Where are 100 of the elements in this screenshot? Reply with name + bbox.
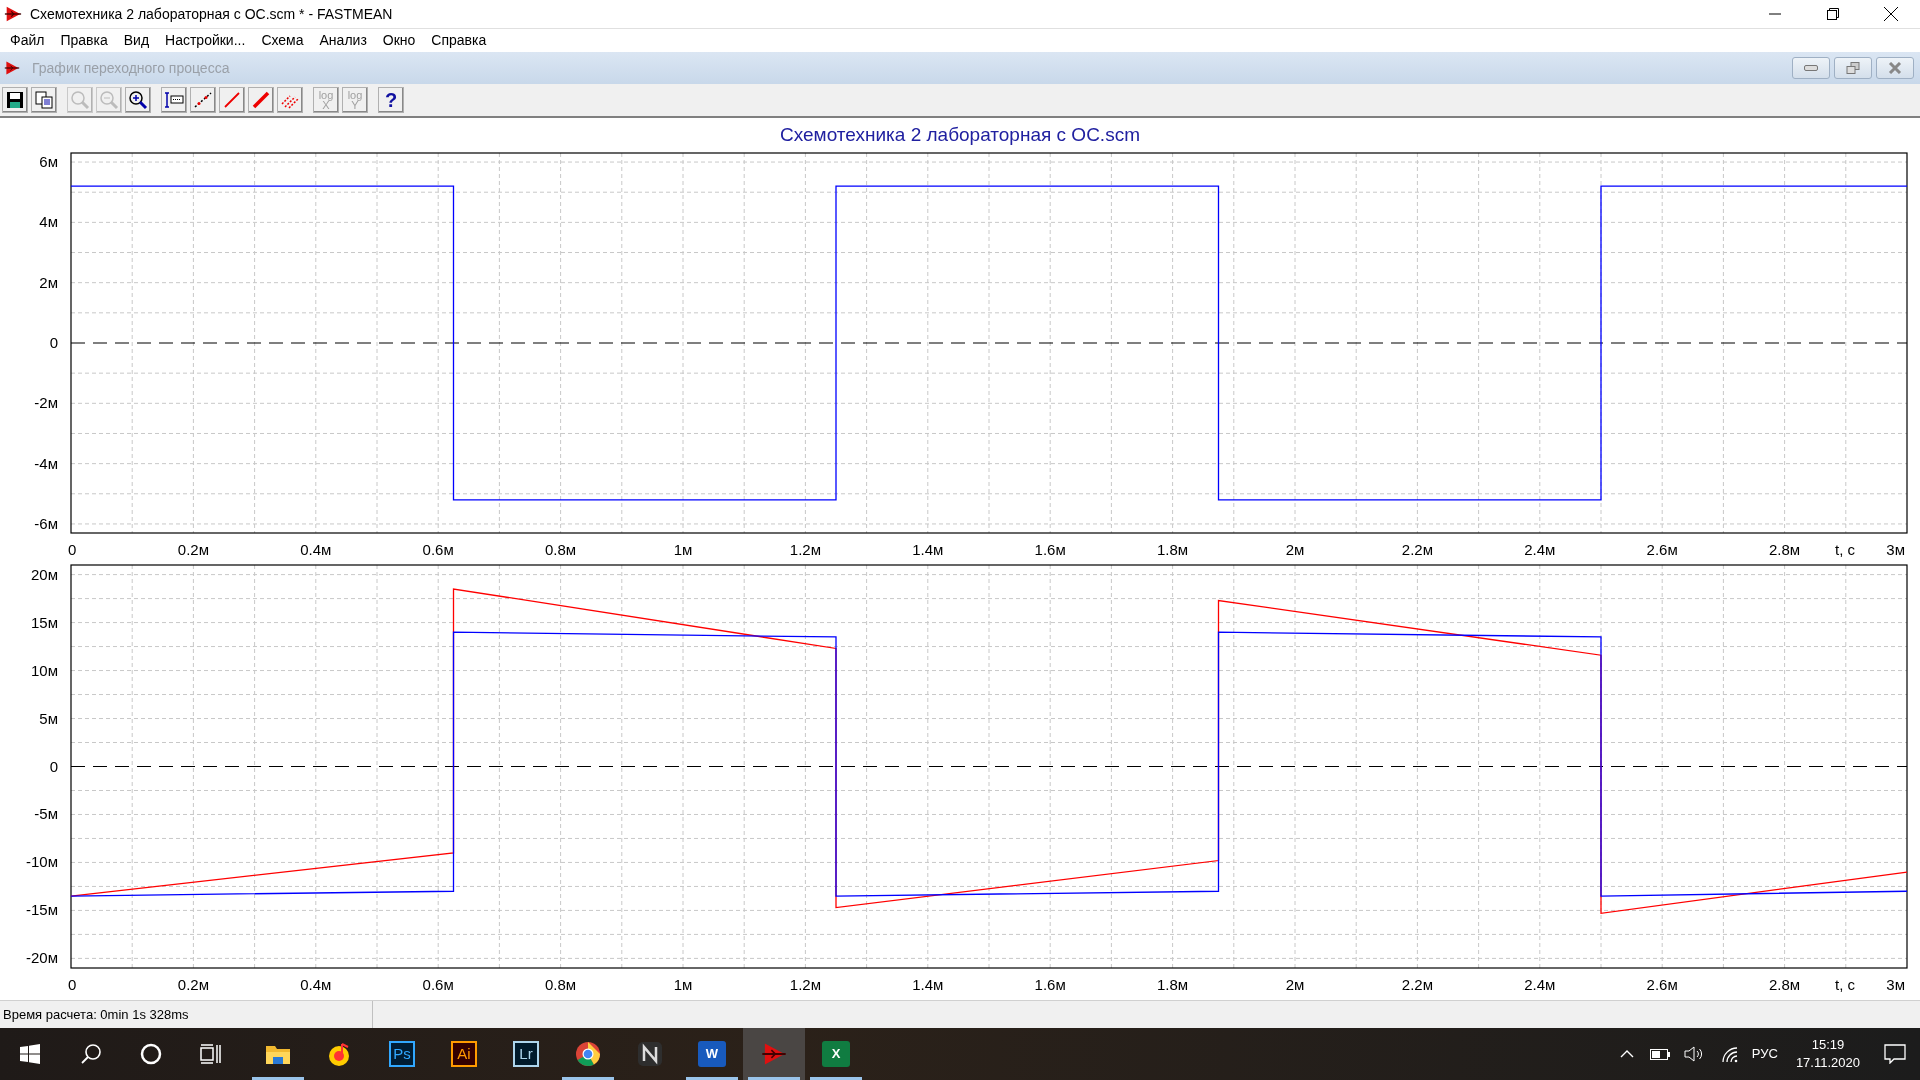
taskbar-app-button[interactable]: Lr <box>495 1028 557 1080</box>
axis-tick-label: 1.6м <box>1034 541 1066 558</box>
axis-tick-label: 2.2м <box>1401 541 1433 558</box>
axis-tick-label: 2м <box>1285 976 1305 993</box>
axis-tick-label: 3м <box>1886 541 1905 558</box>
cursor-button[interactable] <box>161 87 187 113</box>
thick-line-icon <box>251 90 271 110</box>
app-logo-icon <box>761 1041 787 1067</box>
save-icon <box>5 90 25 110</box>
minimize-icon <box>1804 65 1818 71</box>
restore-icon <box>1827 8 1839 20</box>
windows-logo-icon[interactable] <box>20 1044 40 1064</box>
cursor-label-icon <box>164 90 184 110</box>
axis-tick-label: 1.8м <box>1157 541 1189 558</box>
menu-item[interactable]: Вид <box>115 30 158 51</box>
axis-tick-label: 5м <box>39 709 58 727</box>
thick-line-button[interactable] <box>248 87 274 113</box>
close-icon <box>1888 62 1902 74</box>
close-button[interactable] <box>1876 57 1914 79</box>
taskbar-app-button[interactable]: Ai <box>433 1028 495 1080</box>
taskbar-app-button[interactable]: W <box>681 1028 743 1080</box>
axis-tick-label: 3м <box>1886 976 1905 993</box>
dotted-line-icon <box>193 90 213 110</box>
axis-title: t, c <box>1835 541 1855 558</box>
language-indicator[interactable]: РУС <box>1751 1044 1778 1064</box>
menu-item[interactable]: Анализ <box>311 30 375 51</box>
axis-tick-label: -5м <box>34 805 58 823</box>
axis-tick-label: 0.4м <box>300 976 332 993</box>
axis-tick-label: 1.6м <box>1034 976 1066 993</box>
axis-tick-label: 10м <box>31 661 58 679</box>
axis-tick-label: 1м <box>673 541 693 558</box>
axis-tick-label: 0 <box>49 757 58 775</box>
axis-tick-label: -10м <box>26 853 58 871</box>
axis-tick-label: 0 <box>68 541 77 558</box>
axis-tick-label: 2.8м <box>1769 976 1801 993</box>
axis-tick-label: 2.2м <box>1401 976 1433 993</box>
axis-tick-label: -15м <box>26 901 58 919</box>
app-tile-icon: Ps <box>389 1041 415 1067</box>
notification-icon[interactable] <box>1884 1044 1906 1064</box>
taskbar-app-button[interactable]: Ps <box>371 1028 433 1080</box>
axis-tick-label: 0.8м <box>545 541 577 558</box>
app-logo-icon <box>4 5 22 23</box>
app-tile-icon: Ai <box>451 1041 477 1067</box>
axis-tick-label: 0.6м <box>422 976 454 993</box>
axis-tick-label: 1.4м <box>912 541 944 558</box>
child-window-title: График переходного процесса <box>32 58 230 78</box>
axis-tick-label: 2м <box>39 273 58 291</box>
minimize-button[interactable] <box>1792 57 1830 79</box>
chevron-up-icon[interactable] <box>1619 1050 1634 1058</box>
wifi-icon[interactable] <box>1719 1045 1738 1063</box>
copy-button[interactable] <box>31 87 57 113</box>
zoom-icon <box>128 90 148 110</box>
clock[interactable]: 15:19 17.11.2020 <box>1795 1036 1860 1072</box>
menu-item[interactable]: Справка <box>423 30 495 51</box>
axis-tick-label: 2.6м <box>1646 541 1678 558</box>
menu-item[interactable]: Настройки... <box>157 30 254 51</box>
axis-tick-label: 2м <box>1285 541 1305 558</box>
menu-item[interactable]: Правка <box>52 30 116 51</box>
axis-tick-label: 0.2м <box>177 541 209 558</box>
axis-tick-label: 2.8м <box>1769 541 1801 558</box>
axis-tick-label: 6м <box>39 153 58 171</box>
axis-tick-label: 2.6м <box>1646 976 1678 993</box>
app-tile-icon: W <box>698 1041 726 1067</box>
axis-tick-label: 1.2м <box>789 976 821 993</box>
axis-tick-label: 0.4м <box>300 541 332 558</box>
axis-tick-label: 1м <box>673 976 693 993</box>
zoom-fit-button[interactable] <box>125 87 151 113</box>
close-icon <box>1884 7 1898 21</box>
axis-tick-label: 0.2м <box>177 976 209 993</box>
hatch-button[interactable] <box>277 87 303 113</box>
help-button[interactable]: ? <box>378 87 404 113</box>
axis-tick-label: 0 <box>68 976 77 993</box>
taskbar-app-button[interactable] <box>743 1028 805 1080</box>
axis-tick-label: 2.4м <box>1524 976 1556 993</box>
menu-item[interactable]: Схема <box>253 30 312 51</box>
line-icon <box>222 90 242 110</box>
save-button[interactable] <box>2 87 28 113</box>
axis-tick-label: 1.4м <box>912 976 944 993</box>
axis-tick-label: 0.6м <box>422 541 454 558</box>
axis-tick-label: -2м <box>34 394 58 412</box>
taskbar-app-button[interactable]: X <box>805 1028 867 1080</box>
zoom-icon <box>70 90 90 110</box>
speaker-icon[interactable] <box>1683 1046 1704 1062</box>
line-button[interactable] <box>219 87 245 113</box>
search-icon[interactable] <box>80 1043 102 1065</box>
plot-title: Схемотехника 2 лабораторная с ОС.scm <box>779 123 1141 145</box>
task-view-icon[interactable] <box>200 1043 222 1065</box>
axis-tick-label: 4м <box>39 213 58 231</box>
minimize-icon <box>1769 13 1781 15</box>
menu-item[interactable]: Файл <box>2 30 53 51</box>
battery-icon[interactable] <box>1649 1048 1670 1060</box>
circle-icon[interactable] <box>140 1043 162 1065</box>
axis-tick-label: 1.2м <box>789 541 821 558</box>
axis-tick-label: 20м <box>31 565 58 583</box>
menu-item[interactable]: Окно <box>374 30 424 51</box>
zoom-icon <box>99 90 119 110</box>
axis-tick-label: 0.8м <box>545 976 577 993</box>
points-button[interactable] <box>190 87 216 113</box>
app-tile-icon: X <box>822 1041 850 1067</box>
app-logo-icon <box>4 60 20 76</box>
